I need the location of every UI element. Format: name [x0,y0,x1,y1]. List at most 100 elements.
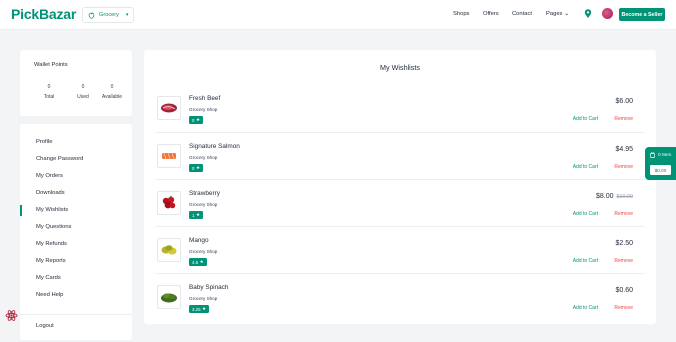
nav-offers[interactable]: Offers [483,11,499,17]
apple-icon [88,11,95,19]
rating-badge: 0 ★ [189,164,203,172]
brand-logo-part1: Pick [11,6,39,22]
add-to-cart-button[interactable]: Add to Cart [573,164,598,170]
strawberry-image [162,195,176,209]
nav-pages[interactable]: Pages ⌄ [546,11,569,17]
star-icon: ★ [195,117,200,122]
product-name[interactable]: Mango [189,237,209,244]
rating-value: 3.25 [192,306,201,312]
product-price: $4.95 [615,146,633,153]
brand-logo[interactable]: PickBazar [11,6,76,22]
product-shop: Grocery Shop [189,296,218,301]
remove-button[interactable]: Remove [614,305,633,311]
nav-pages-label: Pages [546,11,563,17]
cart-item-count: 0 Item [650,152,671,158]
product-image-spinach[interactable] [157,285,181,309]
product-image-beef[interactable] [157,96,181,120]
wallet-stat-label: Used [77,94,89,100]
sidebar-item-my-orders[interactable]: My Orders [36,173,63,179]
wallet-stat-value: 0 [110,84,114,90]
sidebar-item-my-refunds[interactable]: My Refunds [36,241,67,247]
sidebar-item-profile[interactable]: Profile [36,139,52,145]
product-name[interactable]: Fresh Beef [189,95,220,102]
wallet-points-card: Wallet Points 0 Total 0 Used 0 Available [20,50,132,116]
nav-contact[interactable]: Contact [512,11,532,17]
product-shop: Grocery Shop [189,155,218,160]
rating-value: 0 [192,165,195,171]
price-current: $2.50 [615,240,633,247]
sidebar-item-my-reports[interactable]: My Reports [36,258,66,264]
wishlist-item: Strawberry Grocery Shop 1 ★ $8.00 $10.00 A… [155,179,645,226]
price-current: $6.00 [615,98,633,105]
active-indicator [20,205,22,216]
mango-image [161,245,177,255]
product-name[interactable]: Strawberry [189,190,220,197]
floating-cart-button[interactable]: 0 Item $0.00 [645,147,676,180]
wallet-points-title: Wallet Points [34,62,68,68]
sidebar-item-my-questions[interactable]: My Questions [36,224,71,230]
add-to-cart-button[interactable]: Add to Cart [573,305,598,311]
sidebar-item-downloads[interactable]: Downloads [36,190,65,196]
brand-logo-part2: Bazar [39,6,77,22]
user-avatar[interactable] [602,8,613,19]
wallet-stat-label: Total [43,94,55,100]
add-to-cart-button[interactable]: Add to Cart [573,116,598,122]
product-name[interactable]: Signature Salmon [189,143,240,150]
location-pin-icon[interactable] [584,9,592,19]
shop-type-select[interactable]: Grocery ▾ [82,7,134,23]
price-current: $8.00 [595,193,614,200]
remove-button[interactable]: Remove [614,211,633,217]
become-seller-button[interactable]: Become a Seller [619,8,665,21]
cart-items-label: 0 Item [658,152,672,158]
wishlist-item: Fresh Beef Grocery Shop 0 ★ $6.00 Add to … [155,85,645,132]
wallet-stat-value: 0 [47,84,51,90]
menu-divider [20,314,132,315]
product-price: $0.60 [615,287,633,294]
product-name[interactable]: Baby Spinach [189,284,228,291]
rating-value: 1 [192,212,195,218]
star-icon: ★ [195,212,200,217]
product-price: $6.00 [615,98,633,105]
sidebar-item-logout[interactable]: Logout [36,323,54,329]
beef-image [161,103,177,113]
react-devtools-icon[interactable] [5,309,18,322]
product-image-salmon[interactable] [157,144,181,168]
price-current: $4.95 [615,146,633,153]
sidebar-item-my-cards[interactable]: My Cards [36,275,61,281]
price-current: $0.60 [615,287,633,294]
spinach-image [161,293,177,303]
remove-button[interactable]: Remove [614,116,633,122]
sidebar-item-my-wishlists[interactable]: My Wishlists [36,207,68,213]
wallet-stat-label: Available [101,94,123,100]
star-icon: ★ [202,306,206,311]
add-to-cart-button[interactable]: Add to Cart [573,211,598,217]
product-shop: Grocery Shop [189,107,218,112]
salmon-image [162,152,176,160]
sidebar-item-need-help[interactable]: Need Help [36,292,63,298]
shop-type-value: Grocery [99,12,119,18]
product-image-strawberry[interactable] [157,191,181,215]
product-image-mango[interactable] [157,238,181,262]
nav-shops[interactable]: Shops [453,11,469,17]
rating-value: 4.5 [192,259,199,265]
product-shop: Grocery Shop [189,202,218,207]
top-header: PickBazar Grocery ▾ Shops Offers Contact… [0,0,676,30]
cart-total: $0.00 [650,165,671,175]
product-price: $8.00 $10.00 [596,193,633,200]
add-to-cart-button[interactable]: Add to Cart [573,258,598,264]
product-shop: Grocery Shop [189,249,218,254]
star-icon: ★ [195,165,200,170]
remove-button[interactable]: Remove [614,164,633,170]
wishlist-panel: My Wishlists Fresh Beef Grocery Shop 0 ★ … [144,50,656,324]
rating-badge: 4.5 ★ [189,258,207,266]
wishlist-item: Baby Spinach Grocery Shop 3.25 ★ $0.60 Ad… [155,273,645,320]
sidebar-item-change-password[interactable]: Change Password [36,156,83,162]
page-title: My Wishlists [380,63,420,72]
rating-badge: 0 ★ [189,116,203,124]
wallet-stat-total: 0 Total [34,84,64,100]
rating-badge: 3.25 ★ [189,305,209,313]
wallet-stat-available: 0 Available [94,84,130,100]
chevron-down-icon: ▾ [125,12,129,18]
wishlist-item: Mango Grocery Shop 4.5 ★ $2.50 Add to Car… [155,226,645,273]
remove-button[interactable]: Remove [614,258,633,264]
